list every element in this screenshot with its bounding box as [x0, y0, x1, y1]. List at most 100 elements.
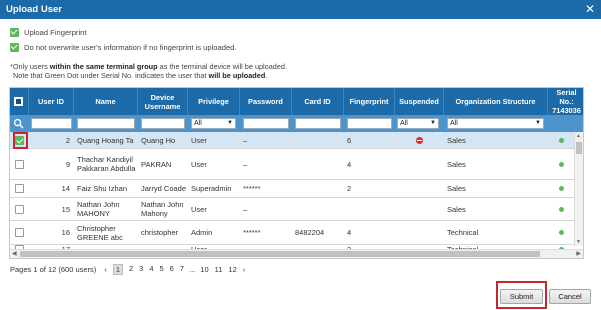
close-icon[interactable]: ✕ — [585, 2, 595, 16]
header-serial-no[interactable]: Serial No.: 7143036 — [548, 88, 583, 115]
no-overwrite-checkbox[interactable] — [10, 42, 19, 52]
window-title: Upload User — [6, 4, 62, 15]
cell-org: Technical — [447, 228, 479, 237]
page-link-11[interactable]: 11 — [215, 265, 223, 274]
header-fingerprint[interactable]: Fingerprint — [344, 88, 395, 115]
scroll-up-icon[interactable]: ▲ — [576, 133, 581, 139]
no-overwrite-label: Do not overwrite user's information if n… — [24, 42, 237, 52]
page-link-6[interactable]: 6 — [170, 264, 174, 275]
green-dot-icon — [559, 230, 564, 235]
cell-name: Nathan John MAHONY — [77, 200, 120, 218]
page-link-7[interactable]: 7 — [180, 264, 184, 275]
scroll-left-icon[interactable]: ◀ — [12, 250, 17, 257]
green-dot-icon — [559, 137, 564, 143]
chevron-down-icon: ▼ — [535, 120, 541, 126]
cell-password: – — [243, 159, 248, 169]
header-suspended[interactable]: Suspended — [395, 88, 444, 115]
horizontal-scrollbar[interactable]: ◀ ▶ — [10, 249, 583, 258]
table-row[interactable]: 16 Christopher GREENE abc christopher Admin… — [10, 221, 575, 245]
header-organization-structure[interactable]: Organization Structure — [444, 88, 548, 115]
serial-status-cell — [548, 221, 575, 244]
suspended-cell — [395, 149, 444, 179]
header-device-username[interactable]: Device Username — [138, 88, 188, 115]
table-row[interactable]: 15 Nathan John MAHONY Nathan John Mahony Us… — [10, 198, 575, 221]
cell-org: Sales — [447, 159, 466, 169]
header-select-all[interactable] — [10, 88, 29, 115]
filter-privilege-select[interactable]: All ▼ — [191, 118, 236, 129]
cell-password: – — [243, 204, 248, 214]
header-user-id[interactable]: User ID — [29, 88, 74, 115]
table-row[interactable]: 2 Quang Hoang Ta Quang Ho User – 6 Sales — [10, 132, 575, 149]
header-card-id[interactable]: Card ID — [292, 88, 344, 115]
submit-button[interactable]: Submit — [500, 289, 543, 304]
scroll-right-icon[interactable]: ▶ — [576, 250, 581, 257]
suspended-icon — [416, 136, 423, 144]
chevron-down-icon: ▼ — [227, 120, 233, 126]
filter-organization-select[interactable]: All ▼ — [447, 118, 544, 129]
horizontal-scroll-thumb[interactable] — [20, 251, 540, 257]
cell-password: ****** — [243, 184, 261, 193]
row-select-cell — [10, 149, 29, 179]
suspended-cell — [395, 198, 444, 220]
filter-password-input[interactable] — [243, 118, 289, 129]
row-checkbox[interactable] — [15, 228, 24, 237]
cell-privilege: User — [191, 135, 207, 145]
filter-suspended-select[interactable]: All ▼ — [397, 118, 439, 129]
prev-page-button[interactable]: ‹ — [104, 265, 107, 274]
cell-card-id — [292, 180, 344, 197]
filter-card-id-input[interactable] — [295, 118, 341, 129]
serial-status-cell — [548, 132, 575, 148]
filter-row: All ▼ All ▼ All ▼ — [10, 115, 583, 132]
header-password[interactable]: Password — [240, 88, 292, 115]
cell-fingerprint — [344, 198, 395, 220]
upload-fingerprint-label: Upload Fingerprint — [24, 27, 87, 37]
user-table: User ID Name Device Username Privilege P… — [9, 87, 584, 259]
chevron-down-icon: ▼ — [430, 120, 436, 126]
cell-fingerprint: 4 — [347, 159, 352, 169]
page-link-10[interactable]: 10 — [200, 265, 208, 274]
row-select-cell — [10, 198, 29, 220]
table-row[interactable]: 14 Faiz Shu Izhan Jarryd Coade Superadmin **… — [10, 180, 575, 198]
vertical-scroll-thumb[interactable] — [576, 142, 582, 154]
cell-org: Sales — [447, 135, 466, 145]
filter-name-input[interactable] — [77, 118, 135, 129]
page-link-3[interactable]: 3 — [139, 264, 143, 275]
page-link-2[interactable]: 2 — [129, 264, 133, 275]
select-all-checkbox[interactable] — [14, 97, 23, 106]
cancel-button[interactable]: Cancel — [549, 289, 591, 304]
cell-fingerprint: 6 — [347, 135, 352, 145]
vertical-scrollbar[interactable]: ▲ ▼ — [574, 132, 583, 246]
cell-username: PAKRAN — [141, 159, 172, 169]
window-titlebar: Upload User ✕ — [0, 0, 601, 19]
page-link-4[interactable]: 4 — [149, 264, 153, 275]
filter-user-id-input[interactable] — [31, 118, 72, 129]
cell-password: – — [243, 135, 248, 145]
highlight-selected-checkbox — [13, 132, 28, 149]
search-icon[interactable] — [13, 118, 24, 129]
cell-username: christopher — [141, 228, 179, 237]
no-overwrite-option[interactable]: Do not overwrite user's information if n… — [10, 42, 237, 52]
page-link-1[interactable]: 1 — [112, 263, 123, 275]
cell-id: 14 — [61, 184, 70, 193]
upload-fingerprint-checkbox[interactable] — [10, 27, 19, 37]
cell-card-id — [292, 149, 344, 179]
row-checkbox[interactable] — [15, 159, 24, 169]
page-link-5[interactable]: 5 — [160, 264, 164, 275]
upload-fingerprint-option[interactable]: Upload Fingerprint — [10, 27, 86, 37]
header-name[interactable]: Name — [74, 88, 138, 115]
row-checkbox[interactable] — [15, 204, 24, 214]
scroll-down-icon[interactable]: ▼ — [576, 239, 581, 245]
table-row[interactable]: 9 Thachar Kandiyil Pakkaran Abdulla PAKRAN… — [10, 149, 575, 180]
page-link-12[interactable]: 12 — [228, 265, 236, 274]
filter-username-input[interactable] — [141, 118, 185, 129]
row-checkbox[interactable] — [15, 184, 24, 193]
cell-id: 15 — [61, 204, 70, 214]
filter-fingerprint-input[interactable] — [347, 118, 392, 129]
cell-org: Sales — [447, 184, 466, 193]
header-privilege[interactable]: Privilege — [188, 88, 240, 115]
cell-privilege: User — [191, 159, 207, 169]
suspended-cell — [395, 180, 444, 197]
next-page-button[interactable]: › — [243, 265, 246, 274]
row-select-cell — [10, 221, 29, 244]
row-select-cell — [10, 180, 29, 197]
